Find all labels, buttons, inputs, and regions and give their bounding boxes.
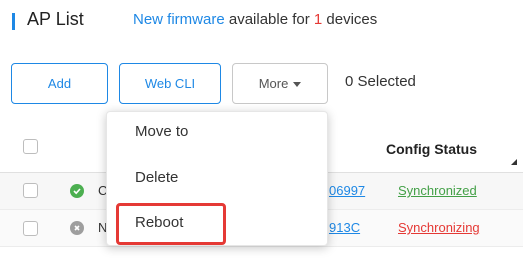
reboot-highlight [116, 203, 226, 245]
menu-item-move-to[interactable]: Move to [135, 123, 188, 140]
notice-text: available for [224, 11, 314, 28]
select-all-checkbox[interactable] [23, 139, 38, 154]
web-cli-button-label: Web CLI [144, 76, 196, 91]
device-count: 1 [313, 11, 323, 28]
web-cli-button[interactable]: Web CLI [119, 63, 221, 104]
new-firmware-link[interactable]: New firmware [133, 11, 225, 28]
sort-icon[interactable] [511, 159, 517, 165]
device-sn-link[interactable]: 913C [329, 220, 360, 235]
add-button-label: Add [47, 76, 72, 91]
notice-text-end: devices [322, 11, 378, 28]
firmware-notice: New firmware available for 1 devices [133, 11, 377, 28]
config-status-link[interactable]: Synchronized [398, 183, 477, 198]
more-button[interactable]: More [232, 63, 328, 104]
selected-count: 0 Selected [345, 73, 416, 90]
column-header-config-status[interactable]: Config Status [386, 141, 477, 157]
title-accent-bar [12, 13, 15, 30]
menu-item-delete[interactable]: Delete [135, 169, 178, 186]
caret-down-icon [293, 82, 302, 87]
row-checkbox[interactable] [23, 183, 38, 198]
config-status-link[interactable]: Synchronizing [398, 220, 480, 235]
online-status-icon [70, 184, 84, 198]
add-button[interactable]: Add [11, 63, 108, 104]
page-title: AP List [27, 9, 84, 29]
row-checkbox[interactable] [23, 221, 38, 236]
device-sn-link[interactable]: 06997 [329, 183, 365, 198]
more-button-label: More [258, 76, 289, 91]
offline-status-icon [70, 221, 84, 235]
